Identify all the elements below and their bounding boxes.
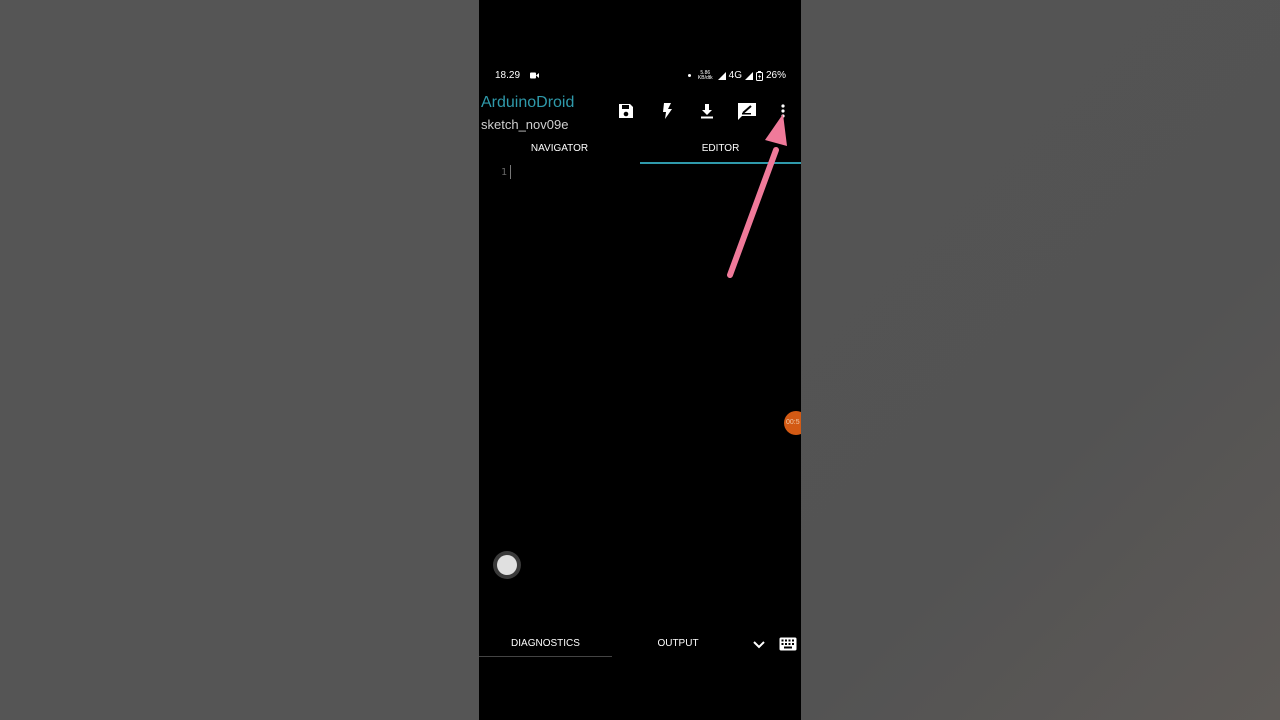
signal-icon: [717, 71, 726, 80]
keyboard-icon[interactable]: [779, 637, 797, 651]
video-record-icon: [530, 72, 539, 79]
right-backdrop: [801, 0, 1280, 720]
status-time: 18.29: [495, 70, 521, 81]
phone-screen: 18.29 5.86 KB/dtk 4G 26% ArduinoDroid sk…: [479, 0, 801, 720]
edit-icon: [738, 103, 756, 120]
upload-button[interactable]: [695, 99, 719, 123]
compile-button[interactable]: [655, 99, 679, 123]
save-button[interactable]: [614, 99, 638, 123]
signal-icon-2: [744, 71, 753, 80]
overflow-menu-button[interactable]: [771, 99, 795, 123]
net-speed: 5.86 KB/dtk: [697, 69, 713, 81]
tab-output[interactable]: OUTPUT: [612, 636, 744, 656]
floating-recorder-timer[interactable]: 00:5: [784, 411, 801, 435]
assistive-touch-icon: [497, 555, 517, 575]
flash-icon: [663, 103, 672, 119]
app-title: ArduinoDroid: [481, 94, 575, 111]
download-icon: [701, 104, 713, 119]
tab-diagnostics[interactable]: DIAGNOSTICS: [479, 636, 612, 657]
line-number: 1: [501, 167, 508, 178]
battery-icon: [755, 70, 763, 81]
text-cursor: [510, 165, 511, 179]
sketch-name: sketch_nov09e: [481, 117, 569, 132]
serial-monitor-button[interactable]: [735, 99, 759, 123]
tab-editor[interactable]: EDITOR: [640, 140, 801, 164]
network-type: 4G: [728, 70, 742, 81]
tab-navigator[interactable]: NAVIGATOR: [479, 140, 640, 162]
save-icon: [619, 104, 633, 118]
status-indicators: 5.86 KB/dtk 4G 26%: [687, 69, 786, 81]
status-bar: 18.29 5.86 KB/dtk 4G 26%: [479, 66, 801, 86]
notification-dot-icon: [687, 74, 691, 77]
battery-percent: 26%: [765, 70, 786, 81]
left-backdrop: [0, 0, 479, 720]
assistive-touch-button[interactable]: [493, 551, 521, 579]
chevron-down-icon[interactable]: [751, 637, 767, 653]
more-vert-icon: [781, 104, 785, 118]
code-editor[interactable]: [479, 163, 801, 623]
